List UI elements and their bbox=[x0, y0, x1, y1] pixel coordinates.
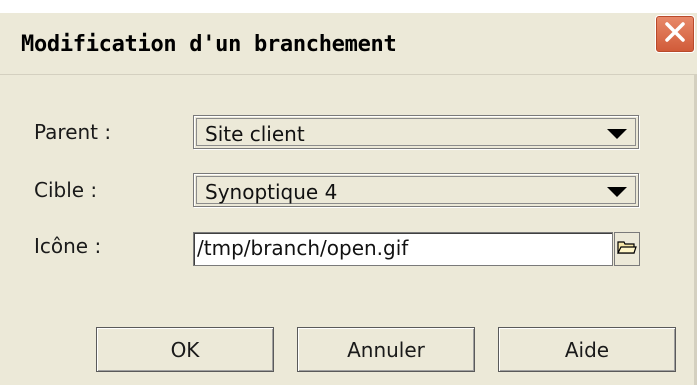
chevron-down-icon bbox=[607, 187, 627, 197]
cible-dropdown[interactable]: Synoptique 4 bbox=[193, 173, 639, 207]
cible-dropdown-box: Synoptique 4 bbox=[196, 176, 636, 204]
browse-button[interactable] bbox=[614, 232, 640, 266]
icone-path-value: /tmp/branch/open.gif bbox=[197, 236, 409, 260]
cancel-button[interactable]: Annuler bbox=[297, 327, 475, 372]
parent-dropdown-value: Site client bbox=[205, 122, 305, 146]
parent-dropdown[interactable]: Site client bbox=[193, 115, 639, 149]
folder-open-icon bbox=[617, 239, 637, 259]
ok-button[interactable]: OK bbox=[96, 327, 274, 372]
parent-label: Parent : bbox=[34, 120, 112, 144]
icone-path-input[interactable]: /tmp/branch/open.gif bbox=[193, 232, 613, 266]
icone-label: Icône : bbox=[34, 234, 102, 258]
parent-dropdown-box: Site client bbox=[196, 118, 636, 146]
close-button[interactable] bbox=[655, 15, 695, 53]
chevron-down-icon bbox=[607, 129, 627, 139]
dialog-title: Modification d'un branchement bbox=[21, 32, 397, 57]
title-bar: Modification d'un branchement bbox=[0, 13, 697, 75]
cible-dropdown-value: Synoptique 4 bbox=[205, 180, 338, 204]
cible-label: Cible : bbox=[34, 178, 98, 202]
close-icon bbox=[662, 19, 688, 49]
help-button[interactable]: Aide bbox=[498, 327, 676, 372]
